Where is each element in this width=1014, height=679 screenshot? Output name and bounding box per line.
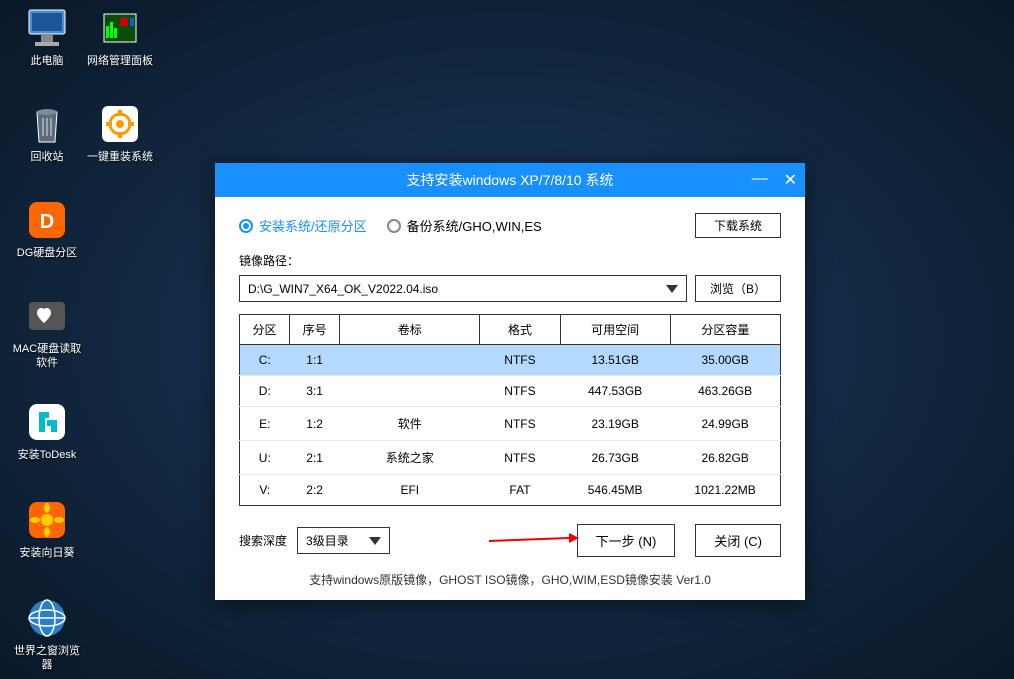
footer-text: 支持windows原版镜像，GHOST ISO镜像，GHO,WIM,ESD镜像安…	[239, 571, 781, 588]
next-button[interactable]: 下一步 (N)	[577, 524, 676, 557]
partition-table: 分区 序号 卷标 格式 可用空间 分区容量 C:1:1NTFS13.51GB35…	[239, 314, 781, 506]
search-depth-label: 搜索深度	[239, 532, 287, 549]
mac-disk-icon	[25, 294, 69, 338]
gear-icon	[98, 102, 142, 146]
desktop-icon-dg-partition[interactable]: D DG硬盘分区	[12, 198, 82, 260]
installer-window: 支持安装windows XP/7/8/10 系统 — ✕ 安装系统/还原分区 备…	[215, 163, 805, 600]
window-title: 支持安装windows XP/7/8/10 系统	[407, 170, 614, 190]
desktop-icon-todesk[interactable]: 安装ToDesk	[12, 400, 82, 462]
table-row[interactable]: D:3:1NTFS447.53GB463.26GB	[240, 376, 781, 407]
th-sequence: 序号	[290, 315, 340, 345]
close-action-button[interactable]: 关闭 (C)	[695, 524, 781, 557]
image-path-dropdown[interactable]: D:\G_WIN7_X64_OK_V2022.04.iso	[239, 275, 687, 302]
search-depth-select[interactable]: 3级目录	[297, 527, 390, 554]
desktop-icon-this-pc[interactable]: 此电脑	[12, 6, 82, 68]
th-partition: 分区	[240, 315, 290, 345]
chevron-down-icon	[369, 537, 381, 545]
table-row[interactable]: U:2:1系统之家NTFS26.73GB26.82GB	[240, 441, 781, 475]
th-format: 格式	[480, 315, 560, 345]
desktop-icon-browser[interactable]: 世界之窗浏览器	[12, 596, 82, 672]
trash-icon	[25, 102, 69, 146]
dg-icon: D	[25, 198, 69, 242]
computer-icon	[25, 6, 69, 50]
desktop-icon-sunflower[interactable]: 安装向日葵	[12, 498, 82, 560]
svg-text:D: D	[40, 211, 54, 233]
radio-backup[interactable]: 备份系统/GHO,WIN,ES	[387, 216, 542, 235]
radio-unchecked-icon	[387, 219, 401, 233]
table-row[interactable]: C:1:1NTFS13.51GB35.00GB	[240, 345, 781, 376]
network-panel-icon	[98, 6, 142, 50]
table-row[interactable]: V:2:2EFIFAT546.45MB1021.22MB	[240, 475, 781, 506]
table-row[interactable]: E:1:2软件NTFS23.19GB24.99GB	[240, 407, 781, 441]
download-system-button[interactable]: 下载系统	[695, 213, 781, 238]
close-button[interactable]: ✕	[784, 170, 797, 190]
desktop-icon-reinstall[interactable]: 一键重装系统	[85, 102, 155, 164]
th-volume: 卷标	[340, 315, 480, 345]
desktop-icon-recycle-bin[interactable]: 回收站	[12, 102, 82, 164]
globe-icon	[25, 596, 69, 640]
sunflower-icon	[25, 498, 69, 542]
chevron-down-icon	[666, 285, 678, 293]
th-free: 可用空间	[560, 315, 670, 345]
arrow-annotation	[489, 531, 579, 551]
minimize-button[interactable]: —	[752, 170, 768, 190]
todesk-icon	[25, 400, 69, 444]
browse-button[interactable]: 浏览（B）	[695, 275, 781, 302]
image-path-label: 镜像路径：	[239, 252, 781, 269]
desktop-icon-mac-disk[interactable]: MAC硬盘读取软件	[12, 294, 82, 370]
titlebar[interactable]: 支持安装windows XP/7/8/10 系统 — ✕	[215, 163, 805, 197]
radio-install-restore[interactable]: 安装系统/还原分区	[239, 216, 367, 235]
desktop-icon-network-panel[interactable]: 网络管理面板	[85, 6, 155, 68]
radio-checked-icon	[239, 219, 253, 233]
th-capacity: 分区容量	[670, 315, 780, 345]
